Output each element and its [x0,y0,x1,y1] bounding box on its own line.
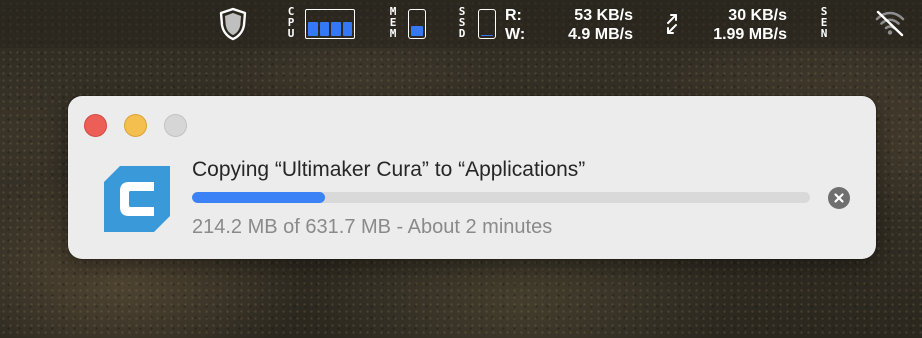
copy-status: 214.2 MB of 631.7 MB - About 2 minutes [192,216,553,238]
memory-label: MEM [389,5,397,40]
window-zoom-button [164,114,187,137]
ssd-meter-fill [481,35,493,36]
window-minimize-button[interactable] [124,114,147,137]
cpu-core-bar [308,22,318,36]
network-values[interactable]: 30 KB/s 1.99 MB/s [680,6,787,44]
cpu-core-bar [331,22,341,36]
menu-bar: CPU MEM SSD R: W: 53 KB/s 4.9 MB/s 30 KB… [0,0,922,48]
cpu-label: CPU [287,5,295,40]
memory-meter-fill [411,26,423,36]
arrows-up-down-icon [667,14,677,34]
cancel-copy-button[interactable] [828,187,850,209]
copy-progress-fill [192,192,326,203]
copy-progress-window: Copying “Ultimaker Cura” to “Application… [68,96,876,259]
shield-icon[interactable] [218,7,248,41]
close-circle-icon [834,193,844,203]
cpu-core-bar [319,22,329,36]
network-upload-value: 30 KB/s [728,7,787,24]
ssd-label: SSD [458,5,466,40]
ssd-meter[interactable] [478,9,496,39]
disk-read-value: 53 KB/s [574,7,633,24]
ultimaker-cura-icon [104,166,170,232]
copy-progress-bar [192,192,810,203]
sensors-label[interactable]: SEN [818,6,830,39]
disk-write-value: 4.9 MB/s [568,26,633,43]
cpu-core-bar [342,22,352,36]
network-download-value: 1.99 MB/s [713,26,787,43]
copy-title: Copying “Ultimaker Cura” to “Application… [192,158,586,181]
memory-meter[interactable] [408,9,426,39]
disk-rw-values[interactable]: 53 KB/s 4.9 MB/s [520,6,633,44]
wifi-off-icon[interactable] [873,9,907,37]
cpu-meter[interactable] [305,9,355,39]
window-close-button[interactable] [84,114,107,137]
